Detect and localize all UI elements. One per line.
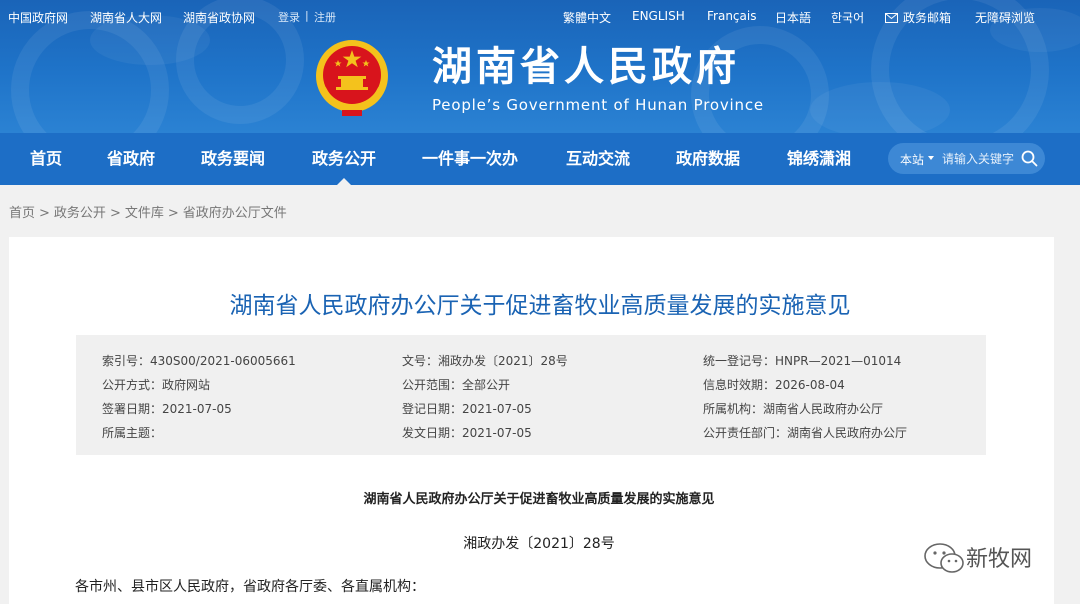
accessibility-link[interactable]: 无障碍浏览 <box>975 9 1035 26</box>
nav-provincial-government[interactable]: 省政府 <box>107 133 155 185</box>
document-body-number: 湘政办发〔2021〕28号 <box>463 536 615 552</box>
lang-japanese[interactable]: 日本語 <box>775 9 811 26</box>
gov-mail-label: 政务邮箱 <box>903 11 952 25</box>
lang-traditional-chinese[interactable]: 繁體中文 <box>563 9 611 26</box>
document-title: 湖南省人民政府办公厅关于促进畜牧业高质量发展的实施意见 <box>229 293 851 319</box>
nav-government-affairs-disclosure[interactable]: 政务公开 <box>312 133 376 185</box>
meta-registration-date: 登记日期：2021-07-05 <box>402 402 532 416</box>
breadcrumb-government-affairs[interactable]: 政务公开 <box>54 206 106 221</box>
national-emblem-logo[interactable] <box>314 38 390 118</box>
nav-interaction[interactable]: 互动交流 <box>566 133 630 185</box>
login-divider: | <box>305 9 309 22</box>
caret-down-icon <box>928 156 934 160</box>
site-search: 本站 <box>888 143 1045 174</box>
mail-icon <box>885 13 898 23</box>
register-link[interactable]: 注册 <box>314 9 336 25</box>
meta-signing-date: 签署日期：2021-07-05 <box>102 402 232 416</box>
login-link[interactable]: 登录 <box>278 9 300 25</box>
site-title-english: People’s Government of Hunan Province <box>432 96 764 114</box>
site-header: 中国政府网 湖南省人大网 湖南省政协网 登录 | 注册 繁體中文 ENGLISH… <box>0 0 1080 133</box>
lang-french[interactable]: Français <box>707 9 756 23</box>
breadcrumb-separator: > <box>109 206 121 221</box>
meta-disclosure-method: 公开方式：政府网站 <box>102 378 211 392</box>
search-input[interactable] <box>942 149 1020 168</box>
gov-mail-link[interactable]: 政务邮箱 <box>885 9 951 26</box>
search-scope-select[interactable]: 本站 <box>900 151 924 168</box>
meta-document-number: 文号：湘政办发〔2021〕28号 <box>402 354 568 368</box>
breadcrumb-document-library[interactable]: 文件库 <box>125 206 164 221</box>
breadcrumb-office-documents[interactable]: 省政府办公厅文件 <box>183 206 287 221</box>
document-metadata-table: 索引号：430S00/2021-06005661 文号：湘政办发〔2021〕28… <box>76 335 986 455</box>
meta-disclosure-scope: 公开范围：全部公开 <box>402 378 511 392</box>
nav-one-thing-one-time[interactable]: 一件事一次办 <box>422 133 518 185</box>
link-hunan-cppcc[interactable]: 湖南省政协网 <box>183 9 255 26</box>
search-icon[interactable] <box>1021 150 1038 167</box>
meta-index-number: 索引号：430S00/2021-06005661 <box>102 354 296 368</box>
meta-issuing-agency: 所属机构：湖南省人民政府办公厅 <box>703 402 884 416</box>
nav-government-data[interactable]: 政府数据 <box>676 133 740 185</box>
link-china-gov[interactable]: 中国政府网 <box>8 9 68 26</box>
meta-issue-date: 发文日期：2021-07-05 <box>402 426 532 440</box>
meta-subject: 所属主题： <box>102 426 163 440</box>
meta-responsible-department: 公开责任部门：湖南省人民政府办公厅 <box>703 426 908 440</box>
meta-validity-period: 信息时效期：2026-08-04 <box>703 378 845 392</box>
meta-registration-code: 统一登记号：HNPR—2021—01014 <box>703 354 902 368</box>
breadcrumb-home[interactable]: 首页 <box>9 206 35 221</box>
document-card: 湖南省人民政府办公厅关于促进畜牧业高质量发展的实施意见 索引号：430S00/2… <box>9 237 1054 604</box>
link-hunan-npc[interactable]: 湖南省人大网 <box>90 9 162 26</box>
nav-government-news[interactable]: 政务要闻 <box>201 133 265 185</box>
breadcrumb-separator: > <box>39 206 50 221</box>
lang-english[interactable]: ENGLISH <box>632 9 685 23</box>
watermark-text: 新牧网 <box>966 547 1033 572</box>
breadcrumb-separator: > <box>167 206 179 221</box>
document-body-title: 湖南省人民政府办公厅关于促进畜牧业高质量发展的实施意见 <box>363 492 715 507</box>
site-title: 湖南省人民政府 <box>432 44 740 90</box>
document-addressee: 各市州、县市区人民政府，省政府各厅委、各直属机构： <box>75 579 425 595</box>
top-utility-bar: 中国政府网 湖南省人大网 湖南省政协网 登录 | 注册 繁體中文 ENGLISH… <box>0 0 1080 32</box>
lang-korean[interactable]: 한국어 <box>831 9 864 26</box>
breadcrumb: 首页 > 政务公开 > 文件库 > 省政府办公厅文件 <box>9 202 287 221</box>
nav-home[interactable]: 首页 <box>30 133 62 185</box>
nav-splendid-xiaoxiang[interactable]: 锦绣潇湘 <box>787 133 851 185</box>
